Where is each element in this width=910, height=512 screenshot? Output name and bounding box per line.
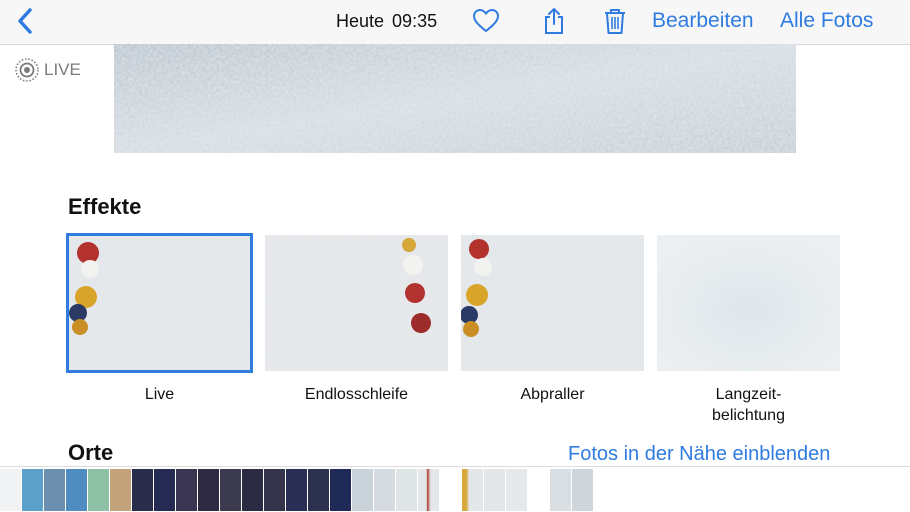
filmstrip-thumbnail[interactable]	[66, 469, 87, 511]
filmstrip-thumbnail[interactable]	[198, 469, 219, 511]
effect-live[interactable]	[66, 233, 253, 373]
nav-title: Heute 09:35	[336, 11, 437, 32]
back-button[interactable]	[12, 6, 40, 36]
favorite-button[interactable]	[471, 6, 501, 36]
live-photo-badge[interactable]: LIVE	[14, 58, 81, 82]
filmstrip-thumbnail[interactable]	[330, 469, 351, 511]
filmstrip-thumbnail[interactable]	[44, 469, 65, 511]
trash-icon	[605, 9, 625, 34]
filmstrip-thumbnail[interactable]	[418, 469, 439, 511]
filmstrip-thumbnail[interactable]	[550, 469, 571, 511]
delete-button[interactable]	[600, 6, 630, 36]
filmstrip-thumbnail[interactable]	[440, 469, 461, 511]
filmstrip-thumbnail[interactable]	[264, 469, 285, 511]
effect-label-long-exposure: Langzeit- belichtung	[712, 386, 785, 424]
filmstrip-thumbnail[interactable]	[110, 469, 131, 511]
effect-label-bounce: Abpraller	[520, 386, 585, 403]
effect-label-loop: Endlosschleife	[304, 386, 409, 403]
heart-icon	[472, 8, 500, 33]
filmstrip-thumbnail[interactable]	[132, 469, 153, 511]
live-badge-label: LIVE	[44, 60, 81, 79]
places-title: Orte	[68, 440, 114, 465]
filmstrip-thumbnail[interactable]	[0, 469, 21, 511]
filmstrip-thumbnail[interactable]	[308, 469, 329, 511]
filmstrip-thumbnail[interactable]	[220, 469, 241, 511]
chevron-left-icon	[18, 8, 32, 34]
filmstrip-thumbnail[interactable]	[176, 469, 197, 511]
nav-title-day: Heute	[336, 11, 385, 31]
filmstrip-thumbnail[interactable]	[528, 469, 549, 511]
share-icon	[545, 8, 563, 34]
filmstrip-thumbnail[interactable]	[22, 469, 43, 511]
filmstrip-thumbnail[interactable]	[572, 469, 593, 511]
edit-button[interactable]: Bearbeiten	[652, 9, 754, 33]
filmstrip-thumbnail[interactable]	[462, 469, 483, 511]
all-photos-button[interactable]: Alle Fotos	[780, 9, 873, 33]
filmstrip-thumbnail[interactable]	[352, 469, 373, 511]
effect-label-live: Live	[144, 386, 175, 403]
effect-loop[interactable]	[265, 235, 448, 371]
effect-bounce[interactable]	[461, 235, 644, 371]
live-photo-icon	[15, 58, 39, 82]
filmstrip-thumbnail[interactable]	[396, 469, 417, 511]
photo-filmstrip[interactable]	[0, 466, 910, 512]
main-photo[interactable]	[114, 44, 796, 153]
filmstrip-thumbnail[interactable]	[484, 469, 505, 511]
effects-title: Effekte	[68, 194, 142, 219]
filmstrip-thumbnail[interactable]	[506, 469, 527, 511]
filmstrip-thumbnail[interactable]	[88, 469, 109, 511]
filmstrip-thumbnail[interactable]	[154, 469, 175, 511]
share-button[interactable]	[539, 6, 569, 36]
filmstrip-thumbnail[interactable]	[374, 469, 395, 511]
filmstrip-thumbnail[interactable]	[286, 469, 307, 511]
filmstrip-thumbnail[interactable]	[242, 469, 263, 511]
navigation-bar: Heute 09:35 Bearbeiten Alle Fotos	[0, 0, 910, 45]
show-nearby-photos-link[interactable]: Fotos in der Nähe einblenden	[568, 443, 830, 466]
effect-long-exposure[interactable]	[657, 235, 840, 371]
nav-title-time: 09:35	[392, 11, 438, 31]
